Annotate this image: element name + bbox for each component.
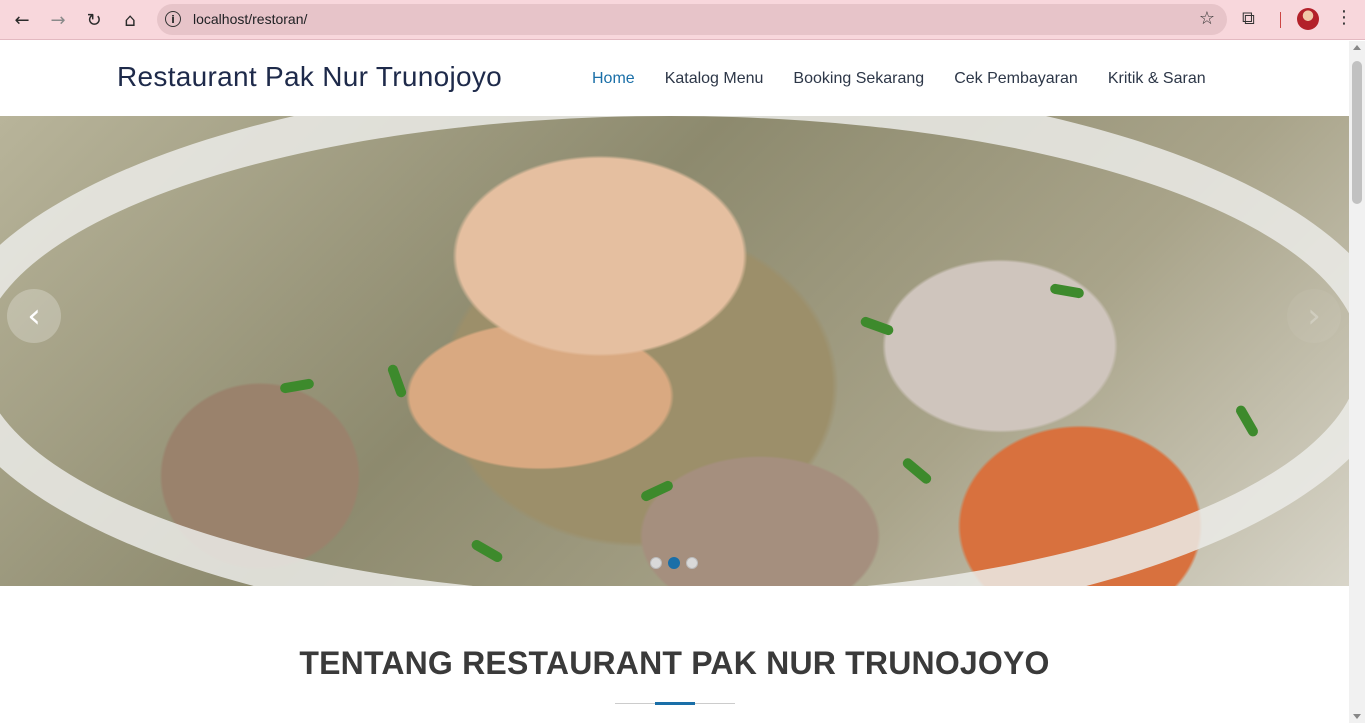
page-viewport: Restaurant Pak Nur Trunojoyo Home Katalo…: [0, 41, 1349, 723]
carousel-indicator-2[interactable]: [668, 557, 680, 569]
back-icon[interactable]: ←: [8, 6, 36, 34]
carousel-prev-button[interactable]: ‹: [7, 289, 61, 343]
nav-item-kritik-saran[interactable]: Kritik & Saran: [1108, 70, 1206, 88]
scroll-up-icon[interactable]: [1353, 45, 1361, 50]
url-text[interactable]: localhost/restoran/: [193, 11, 307, 27]
profile-avatar[interactable]: [1297, 8, 1319, 30]
site-brand[interactable]: Restaurant Pak Nur Trunojoyo: [117, 61, 502, 93]
main-nav: Home Katalog Menu Booking Sekarang Cek P…: [592, 70, 1206, 88]
chevron-right-icon: ›: [1307, 296, 1321, 336]
hero-image: [0, 116, 1349, 586]
carousel-indicator-1[interactable]: [650, 557, 662, 569]
site-info-icon[interactable]: i: [165, 11, 181, 27]
page-scrollbar[interactable]: [1349, 41, 1365, 723]
browser-menu-icon[interactable]: ⋮: [1335, 7, 1353, 28]
scroll-down-icon[interactable]: [1353, 714, 1361, 719]
carousel-indicator-3[interactable]: [686, 557, 698, 569]
about-section-title: TENTANG RESTAURANT PAK NUR TRUNOJOYO: [299, 645, 1050, 681]
scrollbar-thumb[interactable]: [1352, 61, 1362, 204]
carousel-next-button[interactable]: ›: [1287, 289, 1341, 343]
nav-item-cek-pembayaran[interactable]: Cek Pembayaran: [954, 70, 1078, 88]
site-header: Restaurant Pak Nur Trunojoyo Home Katalo…: [0, 41, 1349, 116]
nav-item-home[interactable]: Home: [592, 70, 635, 88]
nav-item-katalog-menu[interactable]: Katalog Menu: [665, 70, 764, 88]
title-divider-accent: [655, 702, 695, 705]
chevron-left-icon: ‹: [27, 296, 41, 336]
nav-item-booking-sekarang[interactable]: Booking Sekarang: [793, 70, 924, 88]
carousel-indicators: [650, 557, 698, 569]
extensions-icon[interactable]: ⧉: [1242, 8, 1264, 30]
address-bar[interactable]: i localhost/restoran/ ☆: [157, 4, 1227, 35]
home-icon[interactable]: ⌂: [116, 6, 144, 34]
browser-toolbar: ← → ↻ ⌂ i localhost/restoran/ ☆ ⧉ ⋮: [0, 0, 1365, 40]
hero-carousel: ‹ ›: [0, 116, 1349, 586]
reload-icon[interactable]: ↻: [80, 6, 108, 34]
bookmark-star-icon[interactable]: ☆: [1199, 8, 1215, 29]
toolbar-divider: [1280, 12, 1281, 28]
forward-icon[interactable]: →: [44, 6, 72, 34]
